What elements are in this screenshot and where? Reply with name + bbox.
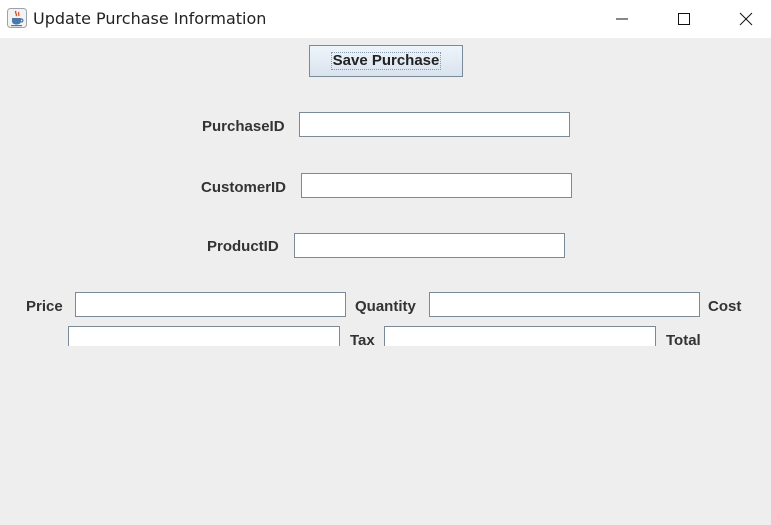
clipped-form-row: Tax Total	[0, 323, 771, 346]
product-id-label: ProductID	[207, 238, 279, 255]
price-field[interactable]	[75, 292, 346, 317]
quantity-label: Quantity	[355, 298, 416, 315]
save-purchase-label: Save Purchase	[330, 52, 442, 70]
purchase-id-field[interactable]	[299, 112, 570, 137]
tax-input[interactable]	[385, 327, 655, 346]
java-cup-icon	[7, 8, 27, 28]
purchase-id-input[interactable]	[300, 113, 569, 136]
cost-input[interactable]	[69, 327, 339, 346]
minimize-button[interactable]	[591, 0, 653, 38]
tax-label: Tax	[350, 332, 375, 346]
save-purchase-button[interactable]: Save Purchase	[309, 45, 463, 77]
maximize-icon	[678, 13, 690, 25]
price-input[interactable]	[76, 293, 345, 316]
customer-id-input[interactable]	[302, 174, 571, 197]
quantity-input[interactable]	[430, 293, 699, 316]
maximize-button[interactable]	[653, 0, 715, 38]
product-id-field[interactable]	[294, 233, 565, 258]
quantity-field[interactable]	[429, 292, 700, 317]
close-button[interactable]	[715, 0, 771, 38]
minimize-icon	[616, 18, 628, 20]
tax-field[interactable]	[384, 326, 656, 346]
cost-label: Cost	[708, 298, 742, 315]
window-title: Update Purchase Information	[33, 9, 267, 28]
cost-field[interactable]	[68, 326, 340, 346]
total-label: Total	[666, 332, 701, 346]
title-bar: Update Purchase Information	[0, 0, 771, 38]
product-id-input[interactable]	[295, 234, 564, 257]
price-label: Price	[26, 298, 63, 315]
customer-id-label: CustomerID	[201, 179, 287, 196]
customer-id-field[interactable]	[301, 173, 572, 198]
purchase-id-label: PurchaseID	[202, 118, 285, 135]
close-icon	[739, 12, 753, 26]
